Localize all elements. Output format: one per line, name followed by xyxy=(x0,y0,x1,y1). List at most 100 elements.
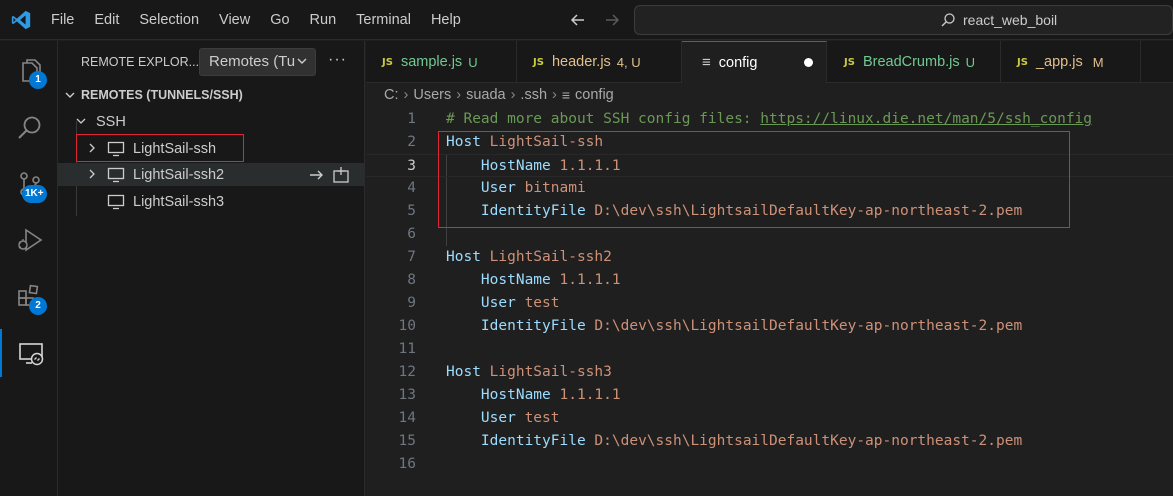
line-number: 16 xyxy=(398,456,416,472)
remote-explorer-sidebar: REMOTE EXPLOR... Remotes (Tu ··· REMOTES… xyxy=(58,41,365,496)
code-line: 11 xyxy=(366,338,1173,361)
run-debug-icon xyxy=(18,228,43,252)
config-docs-link[interactable]: https://linux.die.net/man/5/ssh_config xyxy=(760,111,1092,127)
config-value: test xyxy=(524,410,560,426)
breadcrumb-item[interactable]: .ssh xyxy=(520,87,547,103)
navigation-arrows xyxy=(568,10,622,30)
menu-terminal[interactable]: Terminal xyxy=(356,12,411,28)
host-row-actions xyxy=(308,166,350,184)
ssh-group[interactable]: SSH xyxy=(58,110,364,133)
config-key: User xyxy=(446,410,516,426)
back-arrow-icon[interactable] xyxy=(568,10,588,30)
line-number: 7 xyxy=(407,249,416,265)
line-number: 4 xyxy=(407,180,416,196)
menu-bar: File Edit Selection View Go Run Terminal… xyxy=(51,0,481,40)
remotes-section-header[interactable]: REMOTES (TUNNELS/SSH) xyxy=(62,87,243,103)
tab-status: U xyxy=(468,54,478,70)
code-line: 10 IdentityFile D:\dev\ssh\LightsailDefa… xyxy=(366,315,1173,338)
config-key: Host xyxy=(446,364,481,380)
code-line: 14 User test xyxy=(366,407,1173,430)
file-lines-icon: ≡ xyxy=(702,54,711,71)
unsaved-dot-icon[interactable] xyxy=(804,58,813,67)
tab-label: config xyxy=(718,54,758,71)
monitor-icon xyxy=(107,194,125,210)
tab-label: _app.js xyxy=(1035,54,1083,70)
chevron-right-icon: › xyxy=(403,87,409,103)
breadcrumb-item[interactable]: config xyxy=(575,87,614,103)
code-line: 16 xyxy=(366,453,1173,476)
breadcrumb-item[interactable]: Users xyxy=(413,87,451,103)
command-center-search[interactable]: react_web_boil xyxy=(634,5,1173,35)
more-actions-button[interactable]: ··· xyxy=(328,51,347,69)
connect-in-current-window-icon[interactable] xyxy=(308,166,326,184)
tab-label: header.js xyxy=(551,54,611,70)
config-value: 1.1.1.1 xyxy=(559,387,621,403)
config-value: LightSail-ssh3 xyxy=(489,364,612,380)
breadcrumb-item[interactable]: suada xyxy=(466,87,506,103)
run-debug-activity[interactable] xyxy=(0,215,58,263)
remotes-dropdown[interactable]: Remotes (Tu xyxy=(199,48,316,76)
host-label: LightSail-ssh3 xyxy=(133,193,225,210)
menu-go[interactable]: Go xyxy=(270,12,289,28)
ssh-group-label: SSH xyxy=(96,113,126,130)
config-value: LightSail-ssh2 xyxy=(489,249,612,265)
tab-header-js[interactable]: JS header.js 4, U xyxy=(517,41,682,83)
activity-bar: 1 1K+ 2 xyxy=(0,41,58,496)
tab-label: sample.js xyxy=(400,54,463,70)
code-line: 7 Host LightSail-ssh2 xyxy=(366,246,1173,269)
tab-config[interactable]: ≡ config xyxy=(682,41,827,83)
tab-sample-js[interactable]: JS sample.js U xyxy=(366,41,517,83)
search-text: react_web_boil xyxy=(963,12,1058,28)
vscode-logo-icon xyxy=(11,10,31,30)
line-number: 6 xyxy=(407,226,416,242)
code-line: 1 # Read more about SSH config files: ht… xyxy=(366,108,1173,131)
config-value: D:\dev\ssh\LightsailDefaultKey-ap-northe… xyxy=(594,433,1023,449)
source-control-activity[interactable]: 1K+ xyxy=(0,159,58,207)
tab-breadcrumb-js[interactable]: JS BreadCrumb.js U xyxy=(827,41,1001,83)
chevron-right-icon: › xyxy=(552,87,557,103)
javascript-file-icon: JS xyxy=(844,56,855,68)
menu-run[interactable]: Run xyxy=(310,12,337,28)
line-number: 10 xyxy=(398,318,416,334)
section-title: REMOTES (TUNNELS/SSH) xyxy=(81,88,243,102)
connect-in-new-window-icon[interactable] xyxy=(332,166,350,184)
search-activity[interactable] xyxy=(0,103,58,151)
breadcrumb-item[interactable]: C: xyxy=(384,87,399,103)
monitor-icon xyxy=(107,167,125,183)
line-number: 5 xyxy=(407,203,416,219)
forward-arrow-icon[interactable] xyxy=(602,10,622,30)
config-value: 1.1.1.1 xyxy=(559,272,621,288)
chevron-right-icon: › xyxy=(510,87,516,103)
code-editor[interactable]: 1 # Read more about SSH config files: ht… xyxy=(366,108,1173,496)
explorer-activity[interactable]: 1 xyxy=(0,47,58,95)
config-key: IdentityFile xyxy=(446,318,586,334)
remote-explorer-activity[interactable] xyxy=(0,329,58,377)
source-control-badge: 1K+ xyxy=(22,185,47,203)
code-line: 13 HostName 1.1.1.1 xyxy=(366,384,1173,407)
menu-view[interactable]: View xyxy=(219,12,250,28)
tab-app-js[interactable]: JS _app.js M xyxy=(1001,41,1141,83)
tab-label: BreadCrumb.js xyxy=(862,54,960,70)
code-line: 12 Host LightSail-ssh3 xyxy=(366,361,1173,384)
host-item-lightsail-ssh2[interactable]: LightSail-ssh2 xyxy=(58,163,364,186)
config-key: HostName xyxy=(446,272,551,288)
menu-file[interactable]: File xyxy=(51,12,74,28)
config-value: test xyxy=(524,295,560,311)
menu-selection[interactable]: Selection xyxy=(139,12,199,28)
menu-help[interactable]: Help xyxy=(431,12,461,28)
chevron-down-icon xyxy=(65,92,75,98)
explorer-badge: 1 xyxy=(29,71,47,89)
line-number: 12 xyxy=(398,364,416,380)
line-number: 14 xyxy=(398,410,416,426)
breadcrumb: C: › Users › suada › .ssh › ≡ config xyxy=(384,87,614,103)
line-number: 11 xyxy=(398,341,416,357)
host-item-lightsail-ssh3[interactable]: LightSail-ssh3 xyxy=(58,190,364,213)
title-bar: File Edit Selection View Go Run Terminal… xyxy=(0,0,1173,40)
config-value: D:\dev\ssh\LightsailDefaultKey-ap-northe… xyxy=(594,318,1023,334)
menu-edit[interactable]: Edit xyxy=(94,12,119,28)
extensions-activity[interactable]: 2 xyxy=(0,271,58,319)
line-number: 8 xyxy=(407,272,416,288)
tab-status: M xyxy=(1092,54,1104,70)
editor-tabs: JS sample.js U JS header.js 4, U ≡ confi… xyxy=(366,41,1173,83)
chevron-right-icon xyxy=(89,169,95,179)
